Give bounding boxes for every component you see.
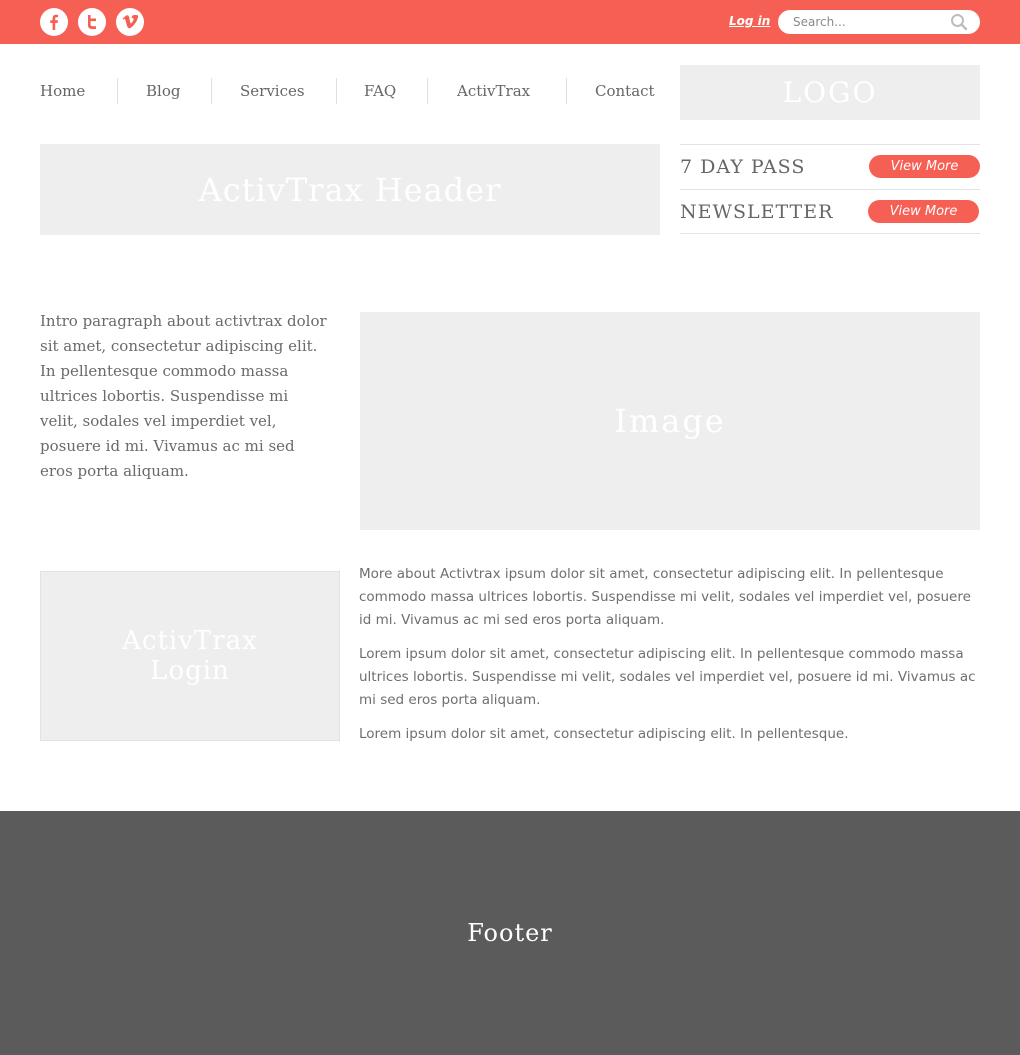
nav-item-faq[interactable]: FAQ xyxy=(364,82,396,100)
promo-seven-day-pass: 7 DAY PASS View More xyxy=(680,144,980,189)
promo-newsletter: NEWSLETTER View More xyxy=(680,189,980,234)
logo[interactable]: LOGO xyxy=(680,65,980,120)
nav-item-services[interactable]: Services xyxy=(240,82,305,100)
intro-paragraph: Intro paragraph about activtrax dolor si… xyxy=(40,312,327,480)
twitter-icon[interactable] xyxy=(78,8,106,36)
search-icon[interactable] xyxy=(950,13,968,31)
footer-label: Footer xyxy=(467,919,553,947)
nav-item-activtrax[interactable]: ActivTrax xyxy=(457,82,530,100)
activtrax-login-panel[interactable]: ActivTrax Login xyxy=(40,571,340,741)
page-header-banner: ActivTrax Header xyxy=(40,144,660,235)
facebook-icon[interactable] xyxy=(40,8,68,36)
body-paragraph: Lorem ipsum dolor sit amet, consectetur … xyxy=(359,646,976,708)
login-panel-title: ActivTrax xyxy=(122,626,258,656)
login-panel-subtitle: Login xyxy=(150,656,230,686)
promo-label: NEWSLETTER xyxy=(680,201,834,223)
top-bar: Log in xyxy=(0,0,1020,44)
view-more-button[interactable]: View More xyxy=(868,200,979,223)
nav-divider xyxy=(336,78,337,104)
nav-divider xyxy=(117,78,118,104)
nav-item-contact[interactable]: Contact xyxy=(595,82,655,100)
login-link[interactable]: Log in xyxy=(729,14,770,28)
footer: Footer xyxy=(0,811,1020,1055)
vimeo-icon[interactable] xyxy=(116,8,144,36)
nav-item-home[interactable]: Home xyxy=(40,82,85,100)
nav-divider xyxy=(427,78,428,104)
nav-divider xyxy=(566,78,567,104)
nav-divider xyxy=(211,78,212,104)
nav-item-blog[interactable]: Blog xyxy=(146,82,180,100)
body-paragraph: More about Activtrax ipsum dolor sit ame… xyxy=(359,566,971,628)
image-placeholder: Image xyxy=(360,312,980,530)
view-more-button[interactable]: View More xyxy=(869,155,980,178)
body-paragraph: Lorem ipsum dolor sit amet, consectetur … xyxy=(359,726,849,742)
promo-label: 7 DAY PASS xyxy=(680,156,806,178)
